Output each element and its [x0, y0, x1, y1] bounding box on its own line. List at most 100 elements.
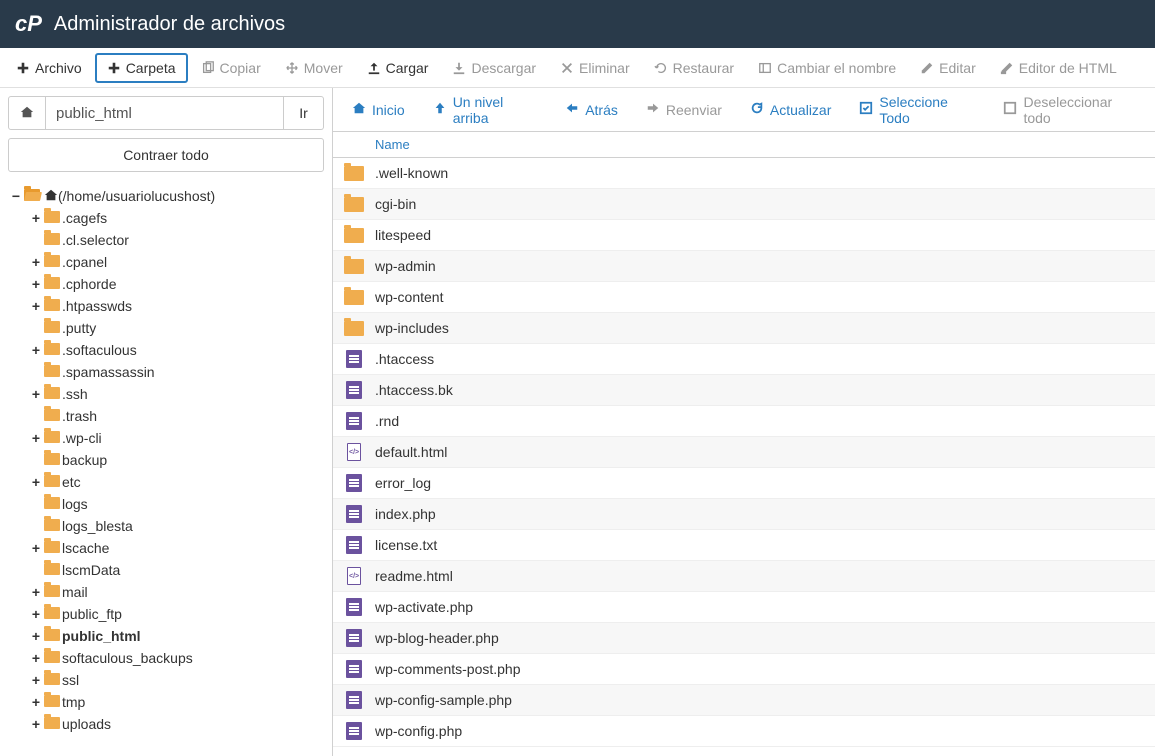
- tree-item[interactable]: + uploads: [10, 713, 322, 735]
- file-row[interactable]: litespeed: [333, 220, 1155, 251]
- expander-icon[interactable]: +: [30, 386, 42, 402]
- tree-item[interactable]: + .htpasswds: [10, 295, 322, 317]
- expander-icon[interactable]: +: [30, 716, 42, 732]
- tree-item[interactable]: + lscache: [10, 537, 322, 559]
- expander-icon[interactable]: −: [10, 188, 22, 204]
- expander-icon[interactable]: +: [30, 430, 42, 446]
- back-arrow-icon: [565, 101, 579, 118]
- nav-forward-button[interactable]: Reenviar: [635, 95, 733, 124]
- collapse-all-button[interactable]: Contraer todo: [8, 138, 324, 172]
- file-row[interactable]: license.txt: [333, 530, 1155, 561]
- tree-item-label: ssl: [62, 672, 79, 688]
- nav-home-button[interactable]: Inicio: [341, 95, 416, 124]
- download-button[interactable]: Descargar: [441, 54, 547, 82]
- tree-item[interactable]: + logs: [10, 493, 322, 515]
- sidebar: Ir Contraer todo − (/home/usuariolucusho…: [0, 88, 333, 756]
- file-row[interactable]: wp-blog-header.php: [333, 623, 1155, 654]
- tree-item[interactable]: + .cagefs: [10, 207, 322, 229]
- file-row[interactable]: .htaccess: [333, 344, 1155, 375]
- file-name: error_log: [375, 475, 1155, 491]
- expander-icon[interactable]: +: [30, 474, 42, 490]
- file-row[interactable]: wp-config-sample.php: [333, 685, 1155, 716]
- expander-icon[interactable]: +: [30, 254, 42, 270]
- file-row[interactable]: wp-includes: [333, 313, 1155, 344]
- tree-item[interactable]: + .trash: [10, 405, 322, 427]
- path-input[interactable]: [46, 96, 284, 130]
- file-row[interactable]: default.html: [333, 437, 1155, 468]
- folder-icon: [44, 628, 60, 644]
- plus-icon: [16, 61, 30, 75]
- tree-item[interactable]: + backup: [10, 449, 322, 471]
- tree-item-label: etc: [62, 474, 81, 490]
- forward-arrow-icon: [646, 101, 660, 118]
- new-file-button[interactable]: Archivo: [5, 54, 93, 82]
- file-row[interactable]: error_log: [333, 468, 1155, 499]
- nav-up-button[interactable]: Un nivel arriba: [422, 88, 549, 132]
- edit-button[interactable]: Editar: [909, 54, 987, 82]
- go-button[interactable]: Ir: [284, 96, 324, 130]
- tree-item[interactable]: + logs_blesta: [10, 515, 322, 537]
- file-row[interactable]: .well-known: [333, 158, 1155, 189]
- tree-item[interactable]: + tmp: [10, 691, 322, 713]
- tree-item[interactable]: + .wp-cli: [10, 427, 322, 449]
- restore-button[interactable]: Restaurar: [643, 54, 745, 82]
- column-header-name[interactable]: Name: [375, 137, 1155, 152]
- move-icon: [285, 61, 299, 75]
- file-row[interactable]: wp-content: [333, 282, 1155, 313]
- home-button[interactable]: [8, 96, 46, 130]
- new-folder-button[interactable]: Carpeta: [95, 53, 188, 83]
- expander-icon[interactable]: +: [30, 628, 42, 644]
- tree-item[interactable]: + public_ftp: [10, 603, 322, 625]
- file-name: .htaccess.bk: [375, 382, 1155, 398]
- file-row[interactable]: wp-activate.php: [333, 592, 1155, 623]
- html-editor-button[interactable]: Editor de HTML: [989, 54, 1128, 82]
- copy-button[interactable]: Copiar: [190, 54, 272, 82]
- tree-item[interactable]: + .cpanel: [10, 251, 322, 273]
- rename-button[interactable]: Cambiar el nombre: [747, 54, 907, 82]
- tree-item-label: lscmData: [62, 562, 120, 578]
- tree-item[interactable]: + .cphorde: [10, 273, 322, 295]
- reload-icon: [750, 101, 764, 118]
- deselect-all-button[interactable]: Deseleccionar todo: [992, 88, 1147, 132]
- file-row[interactable]: readme.html: [333, 561, 1155, 592]
- expander-icon[interactable]: +: [30, 276, 42, 292]
- tree-root[interactable]: − (/home/usuariolucushost): [10, 185, 322, 207]
- upload-button[interactable]: Cargar: [356, 54, 440, 82]
- file-row[interactable]: index.php: [333, 499, 1155, 530]
- tree-item[interactable]: + .ssh: [10, 383, 322, 405]
- tree-item-label: uploads: [62, 716, 111, 732]
- expander-icon[interactable]: +: [30, 650, 42, 666]
- expander-icon[interactable]: +: [30, 540, 42, 556]
- nav-reload-button[interactable]: Actualizar: [739, 95, 842, 124]
- tree-item[interactable]: + .spamassassin: [10, 361, 322, 383]
- file-row[interactable]: .htaccess.bk: [333, 375, 1155, 406]
- expander-icon[interactable]: +: [30, 298, 42, 314]
- tree-item[interactable]: + public_html: [10, 625, 322, 647]
- move-button[interactable]: Mover: [274, 54, 354, 82]
- expander-icon[interactable]: +: [30, 210, 42, 226]
- tree-item[interactable]: + .softaculous: [10, 339, 322, 361]
- file-row[interactable]: cgi-bin: [333, 189, 1155, 220]
- tree-item[interactable]: + .cl.selector: [10, 229, 322, 251]
- expander-icon[interactable]: +: [30, 694, 42, 710]
- select-all-button[interactable]: Seleccione Todo: [848, 88, 986, 132]
- delete-button[interactable]: Eliminar: [549, 54, 641, 82]
- tree-item[interactable]: + .putty: [10, 317, 322, 339]
- file-row[interactable]: wp-comments-post.php: [333, 654, 1155, 685]
- tree-item[interactable]: + etc: [10, 471, 322, 493]
- tree-item[interactable]: + softaculous_backups: [10, 647, 322, 669]
- expander-icon[interactable]: +: [30, 672, 42, 688]
- tree-item[interactable]: + lscmData: [10, 559, 322, 581]
- pencil-icon: [920, 61, 934, 75]
- tree-item-label: logs: [62, 496, 88, 512]
- file-row[interactable]: wp-admin: [333, 251, 1155, 282]
- expander-icon[interactable]: +: [30, 342, 42, 358]
- file-row[interactable]: .rnd: [333, 406, 1155, 437]
- file-row[interactable]: wp-config.php: [333, 716, 1155, 747]
- folder-icon: [44, 210, 60, 226]
- tree-item[interactable]: + mail: [10, 581, 322, 603]
- nav-back-button[interactable]: Atrás: [554, 95, 629, 124]
- expander-icon[interactable]: +: [30, 606, 42, 622]
- expander-icon[interactable]: +: [30, 584, 42, 600]
- tree-item[interactable]: + ssl: [10, 669, 322, 691]
